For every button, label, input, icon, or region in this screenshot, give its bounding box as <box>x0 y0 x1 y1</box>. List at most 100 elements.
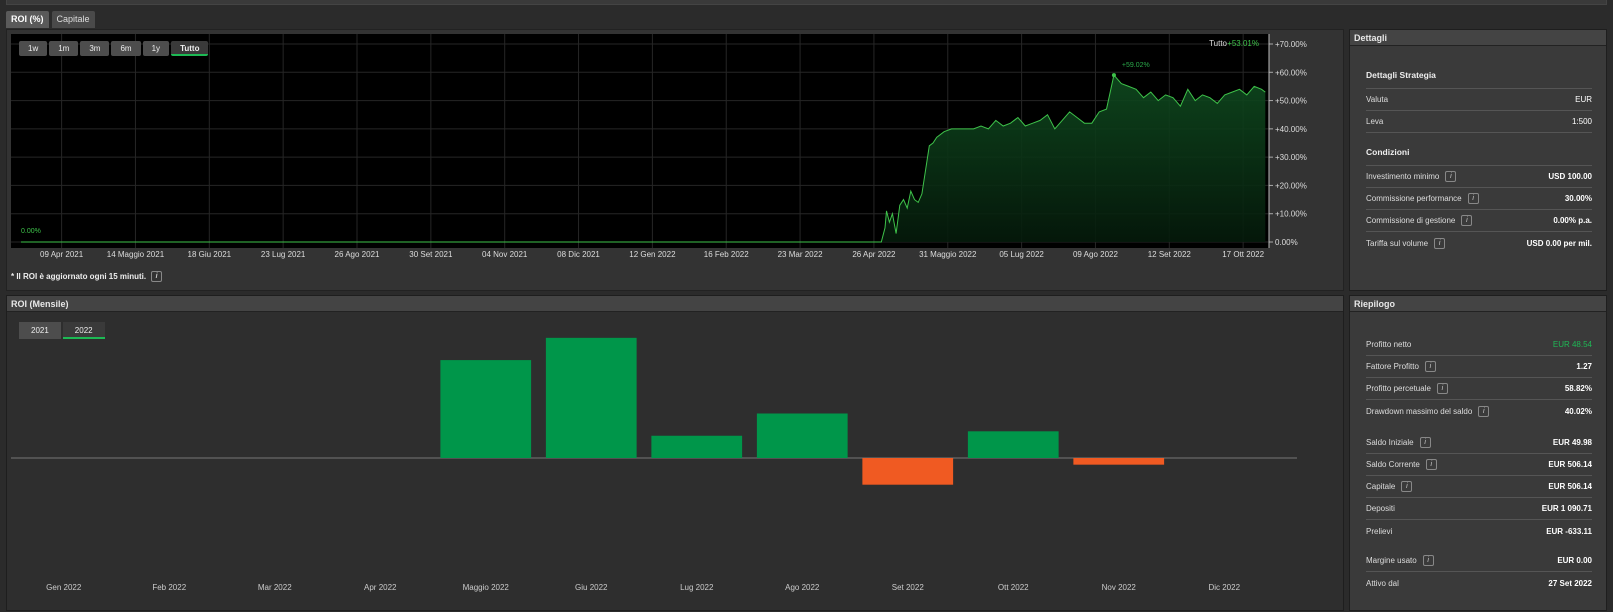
info-icon[interactable]: i <box>1461 215 1473 226</box>
info-icon[interactable]: i <box>1422 555 1434 566</box>
y-tick-label: +10.00% <box>1275 210 1307 219</box>
detail-value: 1:500 <box>1571 117 1592 126</box>
month-bar <box>440 360 532 458</box>
condition-value: USD 100.00 <box>1548 172 1592 181</box>
range-button-6m[interactable]: 6m <box>111 41 141 56</box>
info-icon[interactable]: i <box>1467 193 1479 204</box>
tab-roi[interactable]: ROI (%) <box>6 11 49 28</box>
info-icon[interactable]: i <box>1425 459 1437 470</box>
roi-footnote: * Il ROI è aggiornato ogni 15 minuti. i <box>11 271 163 282</box>
summary-label: Prelievi <box>1366 526 1393 536</box>
monthly-roi-panel: ROI (Mensile) Gen 2022 Feb 2022 Mar 2022 Ap… <box>6 295 1344 611</box>
summary-value: EUR 0.00 <box>1557 556 1592 565</box>
detail-label: Valuta <box>1366 95 1389 104</box>
range-selector: 1w 1m 3m 6m 1y Tutto <box>19 41 209 56</box>
summary-label: Fattore Profitto <box>1366 362 1419 371</box>
detail-row-valuta: Valuta EUR <box>1366 89 1592 111</box>
month-label: Feb 2022 <box>152 583 186 592</box>
roi-footnote-text: * Il ROI è aggiornato ogni 15 minuti. <box>11 272 147 281</box>
month-label: Apr 2022 <box>364 583 397 592</box>
info-icon[interactable]: i <box>1436 383 1448 394</box>
month-bar <box>545 337 637 458</box>
x-tick-label: 17 Ott 2022 <box>1222 250 1264 259</box>
summary-label: Attivo dal <box>1366 578 1399 588</box>
month-bar <box>651 435 743 458</box>
info-icon[interactable]: i <box>1478 405 1490 417</box>
roi-line-chart: 0.00% +10.00% +20.00% +30.00% +40.00% +50.00%… <box>11 34 1307 259</box>
summary-row-deposits: Depositi EUR 1 090.71 <box>1366 498 1592 520</box>
range-button-all[interactable]: Tutto <box>171 41 209 56</box>
summary-value: 58.82% <box>1564 384 1592 393</box>
info-icon[interactable]: i <box>1445 171 1457 182</box>
year-selector: 2021 2022 <box>19 322 105 339</box>
year-tab-2021[interactable]: 2021 <box>19 322 61 339</box>
y-tick-label: +20.00% <box>1275 181 1307 190</box>
summary-row-profit-percent: Profitto percetuale i 58.82% <box>1366 378 1592 400</box>
month-label: Dic 2022 <box>1208 583 1240 592</box>
month-bar <box>756 413 848 458</box>
month-label: Nov 2022 <box>1102 583 1137 592</box>
legend-label: Tutto <box>1209 39 1227 48</box>
condition-row-management-fee: Commissione di gestione i 0.00% p.a. <box>1366 210 1592 232</box>
summary-label: Profitto netto <box>1366 340 1412 349</box>
info-icon[interactable]: i <box>1424 361 1436 372</box>
info-icon[interactable]: i <box>151 271 163 282</box>
x-tick-label: 09 Ago 2022 <box>1073 250 1118 259</box>
range-button-1m[interactable]: 1m <box>49 41 79 56</box>
summary-row-initial-balance: Saldo Iniziale i EUR 49.98 <box>1366 432 1592 454</box>
x-tick-label: 12 Set 2022 <box>1148 250 1192 259</box>
range-button-1y[interactable]: 1y <box>142 41 170 56</box>
summary-label: Profitto percetuale <box>1366 384 1431 393</box>
y-tick-label: +60.00% <box>1275 68 1307 77</box>
month-bar <box>862 458 954 485</box>
detail-label: Leva <box>1366 117 1384 126</box>
condition-row-min-invest: Investimento minimo i USD 100.00 <box>1366 166 1592 188</box>
summary-label: Saldo Corrente <box>1366 460 1420 469</box>
summary-value: EUR 48.54 <box>1552 340 1592 349</box>
month-label: Mar 2022 <box>258 583 292 592</box>
info-icon[interactable]: i <box>1434 237 1446 249</box>
roi-chart-panel: 0.00% +10.00% +20.00% +30.00% +40.00% +50.00%… <box>6 29 1344 291</box>
month-label: Ago 2022 <box>785 583 820 592</box>
info-icon[interactable]: i <box>1401 481 1413 492</box>
legend-value: +53.01% <box>1227 39 1259 48</box>
summary-row-current-balance: Saldo Corrente i EUR 506.14 <box>1366 454 1592 476</box>
x-tick-label: 12 Gen 2022 <box>629 250 676 259</box>
condition-value: 0.00% p.a. <box>1553 216 1592 225</box>
summary-label: Depositi <box>1366 504 1395 513</box>
monthly-roi-title: ROI (Mensile) <box>7 296 1343 312</box>
condition-row-performance-fee: Commissione performance i 30.00% <box>1366 188 1592 210</box>
month-label: Giu 2022 <box>575 583 608 592</box>
summary-value: EUR -633.11 <box>1546 526 1592 536</box>
y-tick-label: +50.00% <box>1275 97 1307 106</box>
condition-label: Tariffa sul volume <box>1366 238 1429 248</box>
x-tick-label: 14 Maggio 2021 <box>107 250 165 259</box>
x-tick-label: 30 Set 2021 <box>409 250 453 259</box>
x-tick-label: 09 Apr 2021 <box>40 250 84 259</box>
x-tick-label: 26 Ago 2021 <box>335 250 380 259</box>
summary-value: EUR 506.14 <box>1548 460 1592 469</box>
year-tab-2022[interactable]: 2022 <box>62 322 105 339</box>
tab-capitale[interactable]: Capitale <box>51 11 95 28</box>
x-tick-label: 23 Mar 2022 <box>778 250 823 259</box>
summary-value: EUR 506.14 <box>1548 482 1592 491</box>
conditions-title: Condizioni <box>1366 133 1592 166</box>
detail-row-leva: Leva 1:500 <box>1366 111 1592 133</box>
range-button-1w[interactable]: 1w <box>19 41 48 56</box>
summary-row-equity: Capitale i EUR 506.14 <box>1366 476 1592 498</box>
roi-start-label: 0.00% <box>21 228 41 235</box>
x-tick-label: 26 Apr 2022 <box>852 250 896 259</box>
summary-label: Saldo Iniziale <box>1366 438 1414 447</box>
condition-row-volume-fee: Tariffa sul volume i USD 0.00 per mil. <box>1366 232 1592 254</box>
roi-peak-point <box>1111 73 1116 78</box>
info-icon[interactable]: i <box>1419 437 1431 448</box>
x-tick-label: 23 Lug 2021 <box>261 250 306 259</box>
range-button-3m[interactable]: 3m <box>80 41 110 56</box>
month-bar <box>1073 458 1165 465</box>
summary-label: Drawdown massimo del saldo <box>1366 406 1473 416</box>
strategy-title: Dettagli Strategia <box>1366 70 1592 89</box>
x-tick-label: 31 Maggio 2022 <box>919 250 977 259</box>
summary-row-drawdown: Drawdown massimo del saldo i 40.02% <box>1366 400 1592 422</box>
summary-value: 40.02% <box>1564 406 1592 416</box>
condition-label: Commissione performance <box>1366 194 1462 203</box>
